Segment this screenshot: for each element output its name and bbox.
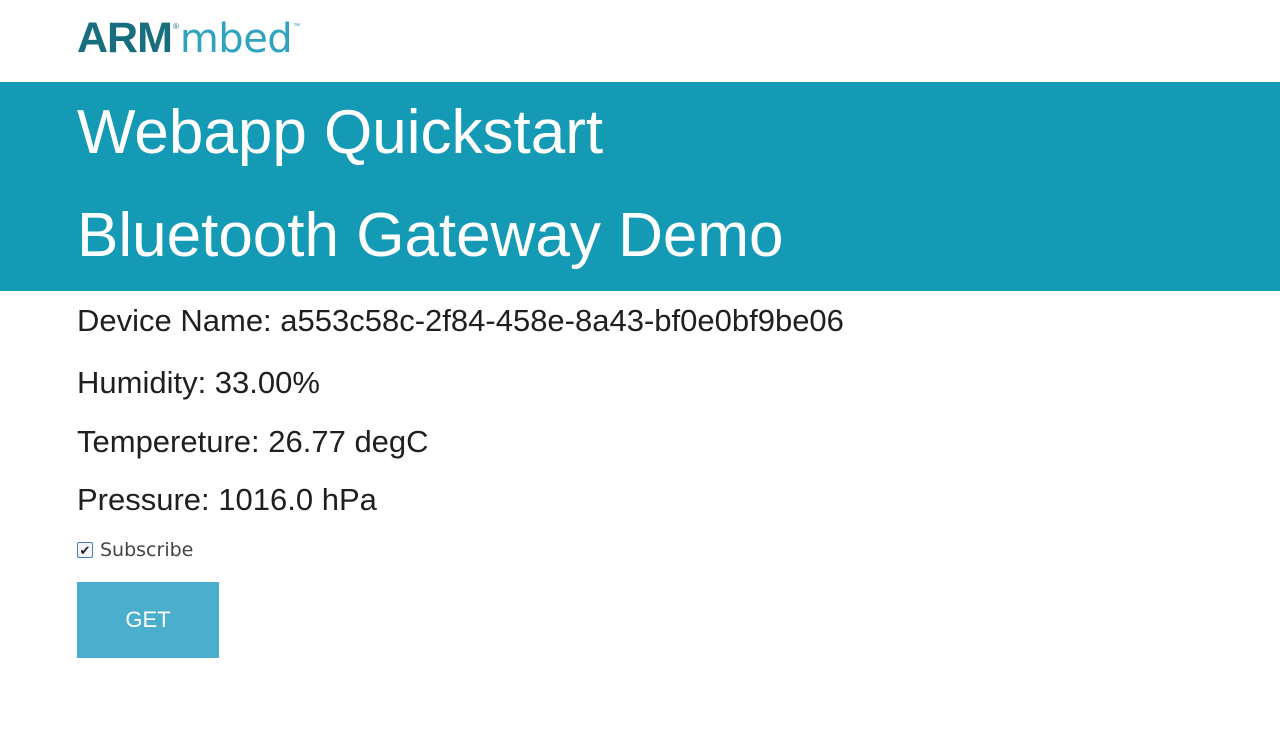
device-name-text: Device Name: a553c58c-2f84-458e-8a43-bf0…: [77, 303, 844, 338]
temperature-reading: Tempereture: 26.77 degC: [77, 424, 429, 459]
humidity-reading: Humidity: 33.00%: [77, 365, 320, 400]
pressure-reading: Pressure: 1016.0 hPa: [77, 482, 377, 517]
logo-registered-mark: ®: [172, 22, 179, 31]
arm-mbed-logo[interactable]: ARM ® mbed ™: [77, 17, 300, 60]
subscribe-label[interactable]: Subscribe: [100, 539, 193, 561]
page-title: Webapp Quickstart: [77, 98, 604, 167]
logo-arm-text: ARM: [77, 14, 173, 62]
get-button[interactable]: GET: [77, 582, 219, 658]
subscribe-checkbox[interactable]: ✔: [77, 542, 93, 558]
subscribe-control: ✔ Subscribe: [77, 539, 193, 561]
logo-mbed-text: mbed: [179, 16, 293, 62]
header-logo-bar: ARM ® mbed ™: [0, 0, 1280, 82]
page-subtitle: Bluetooth Gateway Demo: [77, 201, 784, 270]
logo-trademark-mark: ™: [293, 23, 301, 30]
title-banner: Webapp Quickstart Bluetooth Gateway Demo: [0, 82, 1280, 291]
checkmark-icon: ✔: [79, 542, 91, 558]
